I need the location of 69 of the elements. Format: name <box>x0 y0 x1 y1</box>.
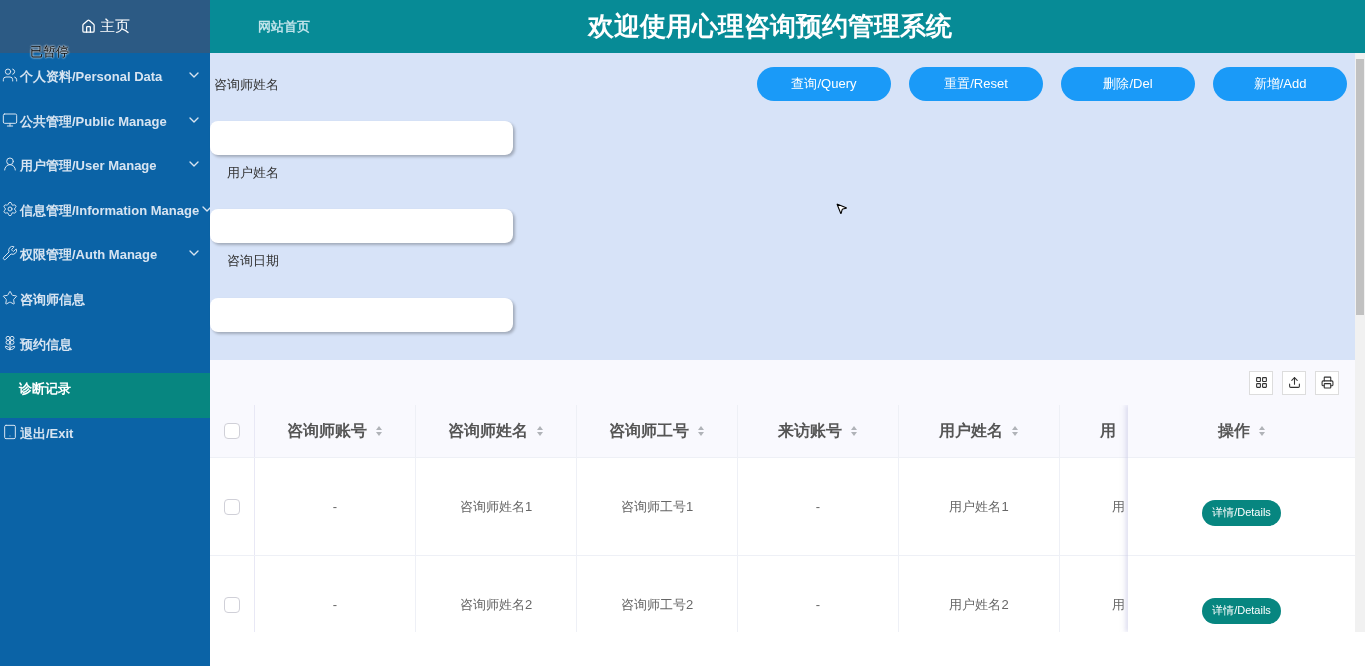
page-title: 欢迎使用心理咨询预约管理系统 <box>588 10 952 43</box>
sort-icon[interactable] <box>1257 425 1266 437</box>
home-icon <box>80 19 96 34</box>
wrench-icon <box>2 245 18 262</box>
website-home-link[interactable]: 网站首页 <box>258 16 378 37</box>
action-button[interactable]: 查询/Query <box>757 67 891 101</box>
table-cell-text: 咨询师姓名1 <box>459 497 533 516</box>
sort-icon[interactable] <box>1011 425 1019 437</box>
cursor-icon <box>835 202 848 215</box>
table-cell-text: 用户姓名2 <box>949 595 1009 614</box>
table-cell-text: 用 <box>1112 595 1125 614</box>
print-button[interactable] <box>1315 370 1339 395</box>
column-header[interactable]: 咨询师账号 <box>255 405 416 457</box>
sort-icon[interactable] <box>536 425 544 437</box>
table-cell-text: - <box>815 595 821 614</box>
action-button[interactable]: 新增/Add <box>1213 67 1347 101</box>
checkbox[interactable] <box>224 498 240 515</box>
sidebar-item[interactable]: 退出/Exit <box>0 417 210 463</box>
search-field[interactable] <box>210 209 513 243</box>
sidebar-item[interactable]: 预约信息 <box>0 328 210 374</box>
export-button[interactable] <box>1282 370 1306 395</box>
user-icon <box>2 156 18 173</box>
columns-button[interactable] <box>1249 370 1273 395</box>
sort-icon[interactable] <box>697 425 705 437</box>
table-cell-text: - <box>815 497 821 516</box>
details-button[interactable]: 详情/Details <box>1202 499 1281 526</box>
field-label: 咨询日期 <box>227 252 280 270</box>
sidebar-item[interactable]: 权限管理/Auth Manage <box>0 239 210 284</box>
search-field[interactable] <box>210 297 513 332</box>
column-header[interactable]: 来访账号 <box>738 405 899 457</box>
table-cell-text: 用 <box>1112 497 1125 516</box>
sidebar-item[interactable]: 个人资料/Personal Data <box>0 61 210 106</box>
flower-icon <box>2 334 18 351</box>
column-header[interactable]: 用户姓名 <box>899 405 1060 457</box>
sidebar-item[interactable]: 公共管理/Public Manage <box>0 105 210 151</box>
star-icon <box>2 289 18 306</box>
sidebar-item[interactable]: 咨询师信息 <box>0 283 210 329</box>
paused-label: 已暂停 <box>30 44 69 60</box>
grid-icon <box>1254 376 1268 389</box>
field-label: 咨询师姓名 <box>214 76 280 94</box>
action-button[interactable]: 删除/Del <box>1061 67 1195 101</box>
search-field[interactable] <box>210 120 513 155</box>
field-label: 用户姓名 <box>227 163 280 182</box>
table-cell-text: - <box>332 595 338 614</box>
tablet-icon <box>2 423 18 440</box>
column-header[interactable]: 咨询师姓名 <box>416 405 577 457</box>
sidebar-item[interactable]: 诊断记录 <box>0 373 210 418</box>
table-cell-text: 咨询师姓名2 <box>459 595 533 614</box>
home-link[interactable]: 主页 <box>80 15 130 38</box>
column-header[interactable]: 操作 <box>1217 419 1266 443</box>
users-icon <box>2 67 18 83</box>
monitor-icon <box>2 111 18 128</box>
printer-icon <box>1320 376 1334 389</box>
scrollbar[interactable] <box>1355 53 1365 632</box>
checkbox[interactable] <box>224 423 240 439</box>
table-cell-text: - <box>332 497 338 516</box>
sort-icon[interactable] <box>850 425 858 437</box>
table-cell-text: 用户姓名1 <box>949 497 1009 516</box>
sidebar-item[interactable]: 信息管理/Information Manage <box>0 194 210 240</box>
table-cell-text: 咨询师工号2 <box>620 595 694 614</box>
column-header[interactable]: 咨询师工号 <box>577 405 738 457</box>
gear-icon <box>2 200 18 217</box>
upload-icon <box>1287 376 1301 389</box>
details-button[interactable]: 详情/Details <box>1202 597 1281 624</box>
table-cell-text: 咨询师工号1 <box>620 497 694 516</box>
checkbox[interactable] <box>224 596 240 613</box>
sidebar-item[interactable]: 用户管理/User Manage <box>0 150 210 195</box>
sort-icon[interactable] <box>375 425 383 437</box>
action-button[interactable]: 重置/Reset <box>909 67 1043 101</box>
